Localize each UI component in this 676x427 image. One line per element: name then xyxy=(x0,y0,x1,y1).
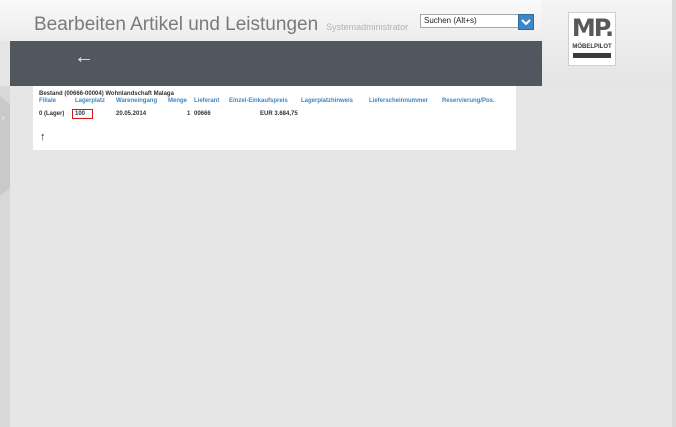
cell-lagerplatz[interactable]: 100 xyxy=(75,111,85,117)
page-title-text: Bearbeiten Artikel und Leistungen xyxy=(34,14,319,35)
search-button[interactable] xyxy=(518,14,534,30)
col-lagerplatzhinweis: Lagerplatzhinweis xyxy=(301,98,354,104)
cell-wareneingang: 20.05.2014 xyxy=(116,111,147,117)
col-lagerplatz: Lagerplatz xyxy=(75,98,106,104)
search-input[interactable]: Suchen (Alt+s) xyxy=(420,14,524,28)
logo-bar xyxy=(573,53,611,58)
bestand-heading: Bestand (00666-00004) Wohnlandschaft Mal… xyxy=(39,91,174,97)
arrow-up-icon[interactable]: ↑ xyxy=(40,132,46,143)
col-lieferant: Lieferant xyxy=(194,98,220,104)
col-filiale: Filiale xyxy=(39,98,57,104)
cell-menge: 1 xyxy=(187,111,191,117)
bestand-card: Bestand (00666-00004) Wohnlandschaft Mal… xyxy=(33,86,516,150)
back-arrow-icon[interactable]: ← xyxy=(74,47,94,67)
logo-mark: MP. xyxy=(571,14,614,42)
col-menge: Menge xyxy=(168,98,188,104)
side-panel-tab[interactable]: › xyxy=(0,86,10,427)
moebelpilot-logo: MP. MÖBELPILOT xyxy=(568,12,616,66)
logo-word: MÖBELPILOT xyxy=(572,44,612,50)
search-dropdown-icon xyxy=(521,19,531,26)
right-rail xyxy=(672,0,676,427)
col-lieferscheinnummer: Lieferscheinnummer xyxy=(369,98,429,104)
cell-filiale: 0 (Lager) xyxy=(39,111,65,117)
col-reservierung: Reservierung/Pos. xyxy=(442,98,495,104)
col-einzel-ek: Einzel-Einkaufspreis xyxy=(229,98,288,104)
logo-panel: MP. MÖBELPILOT xyxy=(542,0,676,86)
cell-lieferant: 00666 xyxy=(194,111,211,117)
toolbar-band: ← xyxy=(10,41,542,86)
user-name: Systemadministrator xyxy=(326,22,409,32)
cell-einzel-ek: EUR 3.684,75 xyxy=(260,111,298,117)
col-wareneingang: Wareneingang xyxy=(116,98,158,104)
side-panel-notch xyxy=(0,96,14,196)
side-expand-icon[interactable]: › xyxy=(2,113,5,122)
page-title: Bearbeiten Artikel und Leistungen Systema… xyxy=(34,14,408,36)
